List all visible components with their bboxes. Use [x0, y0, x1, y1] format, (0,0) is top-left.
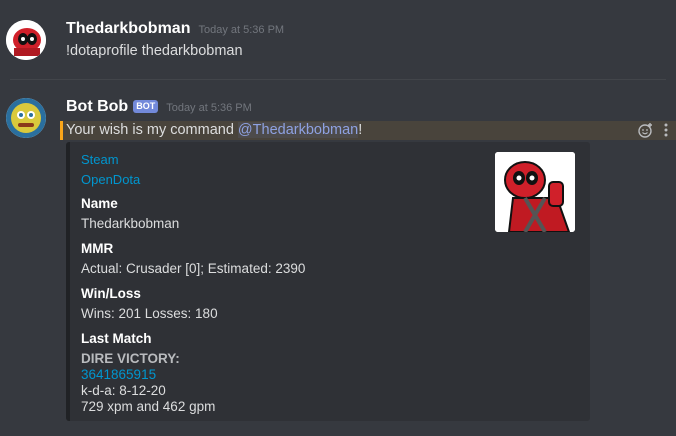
match-kda: k-d-a: 8-12-20 [81, 383, 166, 398]
message-content: Your wish is my command @Thedarkbobman! [66, 122, 362, 138]
deadpool-thumbnail-icon [495, 152, 575, 232]
field-lastmatch-label: Last Match [81, 331, 152, 346]
avatar-thedarkbobman[interactable] [6, 20, 46, 60]
avatar-bot-bob[interactable] [6, 98, 46, 138]
timestamp: Today at 5:36 PM [166, 102, 252, 114]
message-divider [10, 79, 666, 80]
profile-thumbnail[interactable] [495, 152, 575, 232]
message-header: Bot Bob BOT Today at 5:36 PM [66, 98, 252, 116]
message-text: Your wish is my command [66, 122, 238, 138]
opendota-link[interactable]: OpenDota [81, 172, 140, 187]
username[interactable]: Bot Bob [66, 98, 128, 116]
bot-avatar-icon [6, 98, 46, 138]
steam-link[interactable]: Steam [81, 152, 119, 167]
chat-area: Thedarkbobman Today at 5:36 PM !dotaprof… [0, 0, 676, 436]
username[interactable]: Thedarkbobman [66, 20, 190, 38]
match-xpm-gpm: 729 xpm and 462 gpm [81, 399, 216, 414]
add-reaction-icon[interactable] [638, 122, 654, 140]
profile-embed: Steam OpenDota Name Thedarkbobman MMR Ac… [66, 142, 590, 421]
message-content: !dotaprofile thedarkbobman [66, 43, 243, 59]
message-header: Thedarkbobman Today at 5:36 PM [66, 20, 284, 38]
more-options-icon[interactable] [664, 123, 668, 139]
field-name-value: Thedarkbobman [81, 216, 180, 231]
bot-badge: BOT [133, 100, 159, 113]
deadpool-avatar-icon [6, 20, 46, 60]
timestamp: Today at 5:36 PM [198, 24, 285, 36]
field-mmr-value: Actual: Crusader [0]; Estimated: 2390 [81, 261, 306, 276]
message-text-end: ! [358, 122, 363, 138]
match-id-link[interactable]: 3641865915 [81, 367, 156, 383]
field-winloss-label: Win/Loss [81, 286, 141, 301]
field-winloss-value: Wins: 201 Losses: 180 [81, 306, 218, 321]
field-name-label: Name [81, 196, 118, 211]
field-mmr-label: MMR [81, 241, 114, 256]
mention-highlight-bar [60, 121, 63, 140]
match-result: DIRE VICTORY: [81, 351, 180, 366]
message-actions [638, 121, 668, 140]
user-mention[interactable]: @Thedarkbobman [237, 122, 359, 138]
